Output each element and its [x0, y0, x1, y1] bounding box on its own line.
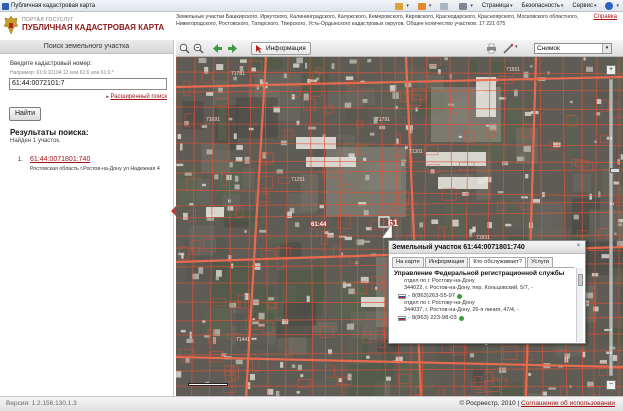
browser-chrome: Публичная кадастровая карта ▾ ▾ ▾ Страни… [0, 0, 623, 12]
close-icon[interactable]: × [575, 243, 582, 250]
site-logo[interactable]: ПОРТАЛ ГОСУСЛУГ ПУБЛИЧНАЯ КАДАСТРОВАЯ КА… [3, 15, 164, 35]
organization-name: Управление Федеральной регистрационной с… [394, 270, 565, 277]
cadastral-hint: Например: 61:6:10104:12 или 61:6 или 61:… [10, 70, 114, 76]
print-map-icon[interactable] [486, 43, 497, 54]
advanced-search-link[interactable]: ▸ Расширенный поиск [106, 94, 167, 100]
popup-pointer [382, 224, 392, 238]
zoom-out-tool-icon[interactable] [193, 43, 204, 54]
plot-label: 71251 [291, 177, 305, 183]
plot-label: 71791 [376, 117, 390, 123]
address-2: 344037, г. Ростов-на-Дону, 26-я линия, 4… [404, 307, 519, 313]
tab-title: Публичная кадастровая карта [11, 3, 96, 9]
popup-scrollbar[interactable] [576, 268, 583, 342]
scale-bar [188, 383, 228, 386]
print-icon [459, 2, 468, 10]
help-icon [605, 2, 614, 10]
search-panel: Поиск земельного участка Введите кадастр… [0, 40, 174, 396]
result-number: 1. [18, 157, 24, 163]
russia-flag-icon [398, 315, 406, 321]
results-count: Найден 1 участок. [10, 138, 61, 144]
print-button[interactable]: ▾ [459, 2, 473, 10]
plot-label: 71561 [506, 67, 520, 73]
find-button[interactable]: Найти [9, 107, 41, 121]
plot-label: 71441 [236, 337, 250, 343]
version-label: Версия: 1.2.156.130.1.3 [6, 400, 77, 407]
favicon-icon [2, 2, 9, 10]
tab-who-serves[interactable]: Кто обслуживает? [469, 257, 527, 267]
terms-link[interactable]: Соглашение об использовании [521, 400, 615, 407]
department-1: отдел по г. Ростову-на-Дону [404, 278, 475, 284]
popup-title: Земельный участок 61:44:0071801:740 [389, 241, 585, 254]
plot-label: 71781 [231, 71, 245, 77]
cadastral-label: Введите кадастровый номер: [10, 61, 92, 67]
coat-of-arms-icon [3, 15, 19, 35]
zoom-rail[interactable] [609, 79, 620, 376]
map-view[interactable]: 71781 71791 71251 71301 61:44 61 71691 71831 715… [176, 57, 623, 396]
back-arrow-icon[interactable] [212, 43, 223, 54]
plot-label: 71691 [206, 117, 220, 123]
results-heading: Результаты поиска: [10, 128, 89, 137]
page-footer: Версия: 1.2.156.130.1.3 © Росреестр, 201… [0, 396, 623, 411]
address-1: 344022, г. Ростов-на-Дону, пер. Кольцовс… [404, 285, 533, 291]
copyright: © Росреестр, 2010 | Соглашение об исполь… [459, 400, 615, 407]
phone-icon[interactable] [457, 293, 463, 299]
panel-title: Поиск земельного участка [0, 40, 173, 54]
browser-toolbar: ▾ ▾ ▾ Страница ▾ Безопасность ▾ Сервис ▾ ▾ [395, 0, 619, 12]
safety-menu[interactable]: Безопасность ▾ [522, 3, 564, 9]
phone-icon[interactable] [458, 315, 464, 321]
map-toolbar: Информация ▾ Снимок ▾ [176, 40, 623, 57]
site-header: ПОРТАЛ ГОСУСЛУГ ПУБЛИЧНАЯ КАДАСТРОВАЯ КА… [0, 12, 623, 39]
site-name: ПУБЛИЧНАЯ КАДАСТРОВАЯ КАРТА [22, 23, 165, 32]
cursor-info-icon [256, 45, 262, 53]
feeds-button[interactable]: ▾ [417, 2, 431, 10]
zoom-in-button[interactable]: + [606, 65, 616, 75]
home-button[interactable]: ▾ [395, 2, 409, 10]
rss-icon [417, 2, 426, 10]
scrollbar-thumb[interactable] [578, 274, 583, 286]
result-address: Ростовская область г.Ростов-на-Дону ул Н… [30, 166, 160, 172]
phone-2: - 8(863) 223-98-03 [394, 314, 572, 322]
regions-info: Земельные участки Башкирского, Иркутског… [176, 14, 579, 28]
forward-arrow-icon[interactable] [227, 43, 238, 54]
info-button[interactable]: Информация [251, 42, 311, 55]
tab-on-map[interactable]: На карте [392, 257, 424, 267]
popup-body: Управление Федеральной регистрационной с… [392, 267, 574, 342]
tab-services[interactable]: Услуги [527, 257, 553, 267]
measure-dropdown-icon[interactable]: ▾ [515, 44, 518, 50]
popup-tabs: На карте Информация Кто обслуживает? Усл… [392, 257, 553, 267]
tab-info[interactable]: Информация [424, 257, 469, 267]
plot-label: 71301 [409, 149, 423, 155]
layer-select[interactable]: Снимок ▾ [534, 43, 612, 54]
zoom-control[interactable]: + − [606, 65, 620, 390]
measure-tool-icon[interactable] [503, 43, 514, 54]
phone-1: - 8(863)263-55-97 [394, 292, 572, 300]
browser-tab[interactable]: Публичная кадастровая карта [0, 0, 108, 12]
department-2: отдел по г. Ростову-на-Дону [404, 300, 475, 306]
zoom-slider-thumb[interactable] [610, 168, 620, 173]
page-menu[interactable]: Страница ▾ [482, 3, 513, 9]
help-link[interactable]: Справка [593, 14, 617, 20]
satellite-map[interactable] [176, 57, 623, 396]
mail-icon [440, 2, 449, 10]
cadastral-input[interactable]: 61:44:0072101:7 [9, 78, 167, 90]
plot-info-popup: Земельный участок 61:44:0071801:740 × На… [388, 240, 586, 344]
chevron-down-icon: ▾ [602, 44, 611, 53]
plot-label: 61:44 [311, 222, 327, 228]
home-icon [395, 2, 404, 10]
service-menu[interactable]: Сервис ▾ [572, 3, 596, 9]
result-link[interactable]: 61:44:0071801:740 [30, 156, 90, 163]
russia-flag-icon [398, 293, 406, 299]
arrow-right-icon: ▸ [106, 94, 109, 100]
zoom-in-tool-icon[interactable] [179, 43, 190, 54]
mail-button[interactable] [440, 2, 450, 10]
help-button[interactable]: ▾ [605, 2, 619, 10]
zoom-out-button[interactable]: − [606, 380, 616, 390]
